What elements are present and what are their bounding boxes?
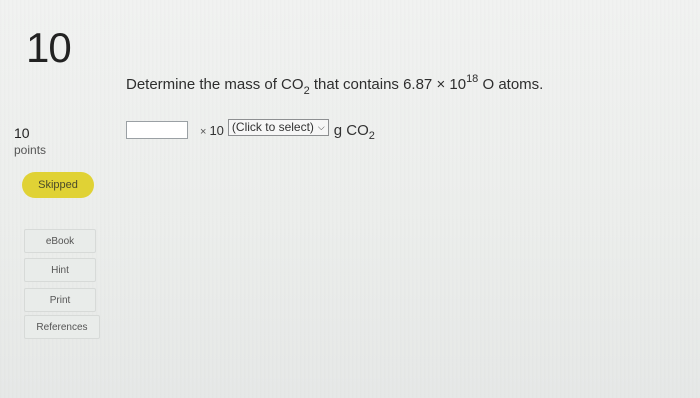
question-text: Determine the mass of CO2 that contains … [126,73,544,97]
hint-button[interactable]: Hint [24,258,96,282]
times-ten-label: × 10 [200,123,224,138]
question-subscript: 2 [303,85,310,97]
print-button[interactable]: Print [24,288,96,312]
exponent-select[interactable]: (Click to select) ⌵ [227,118,329,136]
question-prefix: Determine the mass of CO [126,76,304,93]
unit-subscript: 2 [368,129,375,142]
ebook-button[interactable]: eBook [24,229,96,253]
references-button[interactable]: References [24,315,100,339]
question-suffix: O atoms. [478,76,544,93]
times-symbol: × [200,125,207,138]
question-number: 10 [26,24,72,71]
answer-row: × 10 (Click to select) ⌵ g CO2 [126,118,375,142]
unit-prefix: g CO [333,121,369,139]
points-label: points [14,143,47,157]
chevron-down-icon: ⌵ [317,121,325,132]
status-badge: Skipped [22,172,94,198]
answer-input[interactable] [126,121,188,139]
question-middle: that contains 6.87 × 10 [309,76,467,93]
points-value: 10 [14,125,30,141]
ten-label: 10 [209,122,224,138]
question-exponent: 18 [466,73,479,85]
unit-label: g CO2 [333,121,375,142]
exponent-select-label: (Click to select) [231,120,314,134]
screen-texture [0,0,700,398]
